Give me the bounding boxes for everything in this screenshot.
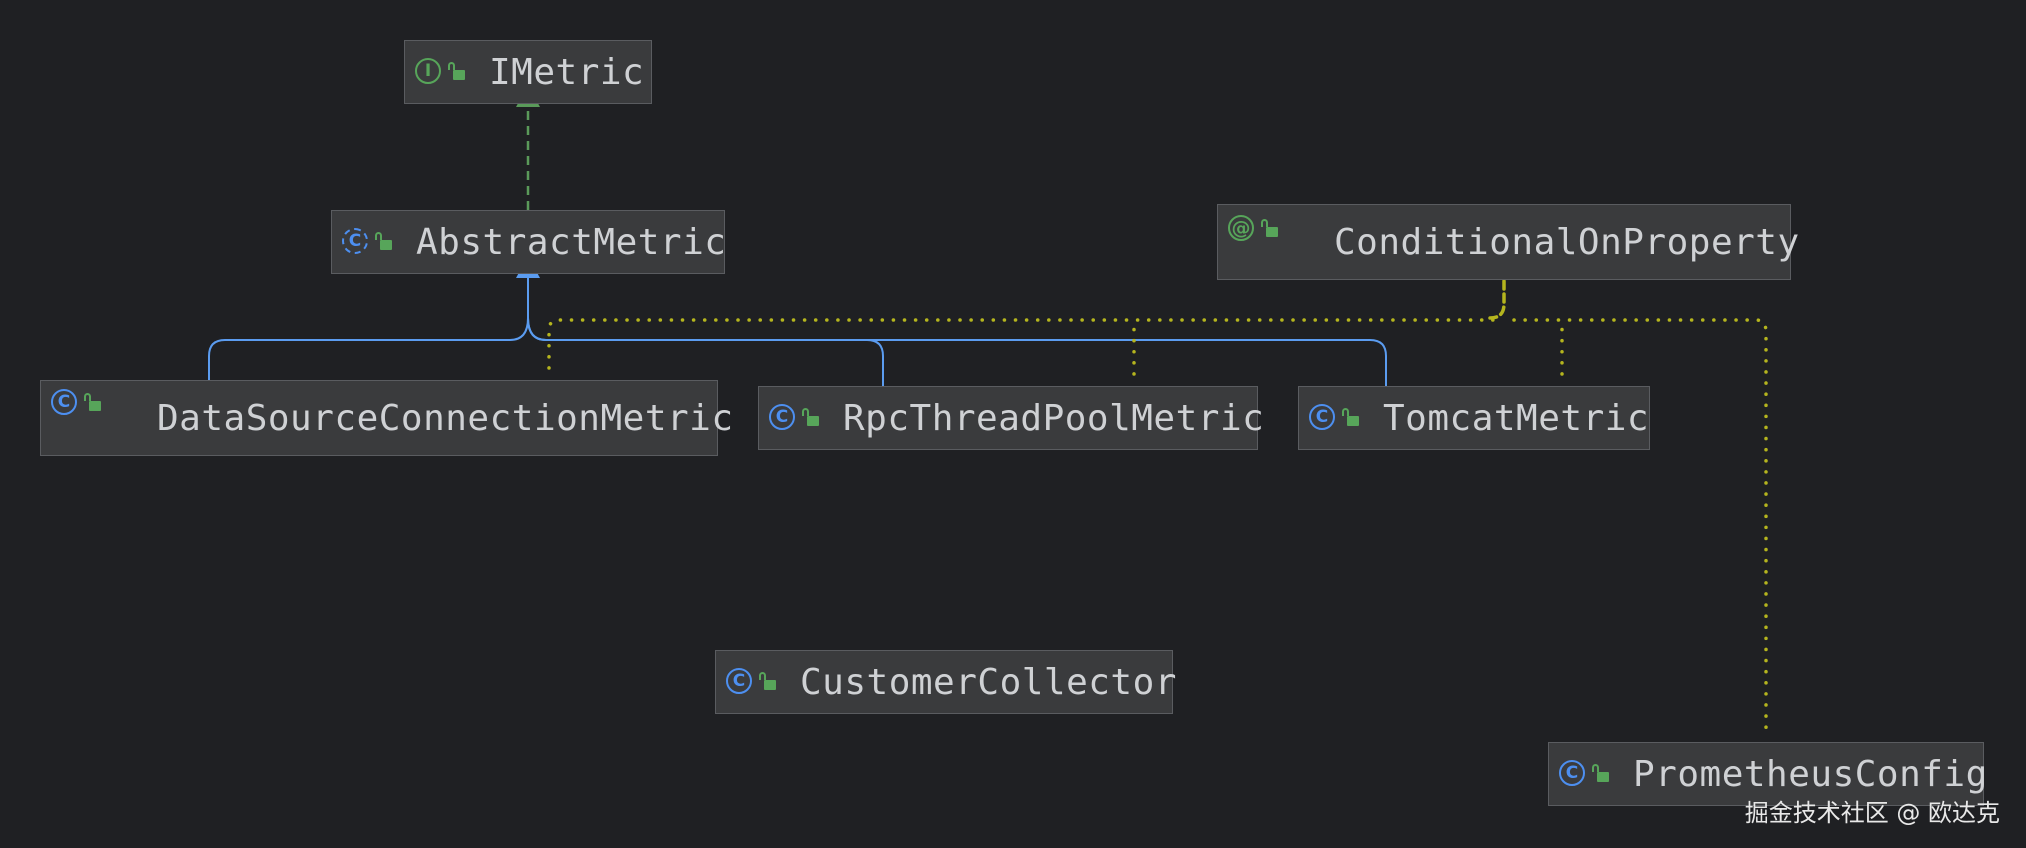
class-icon: C <box>769 404 795 430</box>
node-label: ConditionalOnProperty <box>1334 221 1800 263</box>
node-rpcthreadpoolmetric[interactable]: C RpcThreadPoolMetric <box>758 386 1264 450</box>
node-label: TomcatMetric <box>1383 397 1650 439</box>
edge-datasourceconnectionmetric-extends-abstractmetric <box>208 256 540 380</box>
watermark-text: 掘金技术社区 @ 欧达克 <box>1744 799 2000 827</box>
node-label: CustomerCollector <box>800 661 1177 703</box>
node-tomcatmetric[interactable]: C TomcatMetric <box>1298 386 1650 450</box>
node-label: PrometheusConfig <box>1633 753 1988 795</box>
lock-open-icon <box>1342 408 1359 426</box>
lock-open-icon <box>759 672 776 690</box>
edge-prometheusconfig-annotated <box>1512 318 1768 734</box>
node-datasourceconnectionmetric[interactable]: C DataSourceConnectionMetric <box>40 380 733 456</box>
edge-annotation-stem <box>1488 279 1506 320</box>
edge-tomcatmetric-extends-abstractmetric <box>527 277 1387 386</box>
node-imetric[interactable]: I IMetric <box>404 40 652 104</box>
edge-datasourceconnectionmetric-annotated <box>547 318 1496 370</box>
annotation-icon: @ <box>1228 215 1254 241</box>
lock-open-icon <box>802 408 819 426</box>
lock-open-icon <box>1261 219 1278 237</box>
node-conditionalonproperty[interactable]: @ ConditionalOnProperty <box>1217 204 1799 280</box>
node-label: RpcThreadPoolMetric <box>843 397 1265 439</box>
class-icon: C <box>1559 760 1585 786</box>
lock-open-icon <box>375 232 392 250</box>
lock-open-icon <box>448 62 465 80</box>
node-label: IMetric <box>489 51 645 93</box>
node-label: AbstractMetric <box>416 221 727 263</box>
class-icon: C <box>1309 404 1335 430</box>
abstract-class-icon: C <box>342 228 368 254</box>
node-label: DataSourceConnectionMetric <box>157 397 734 439</box>
lock-open-icon <box>1592 764 1609 782</box>
inheritance-edges <box>208 256 1387 386</box>
class-icon: C <box>51 389 77 415</box>
edge-rpcthreadpoolmetric-extends-abstractmetric <box>527 277 884 386</box>
lock-open-icon <box>84 393 101 411</box>
node-customercollector[interactable]: C CustomerCollector <box>715 650 1176 714</box>
interface-icon: I <box>415 58 441 84</box>
class-icon: C <box>726 668 752 694</box>
node-abstractmetric[interactable]: C AbstractMetric <box>331 210 727 274</box>
